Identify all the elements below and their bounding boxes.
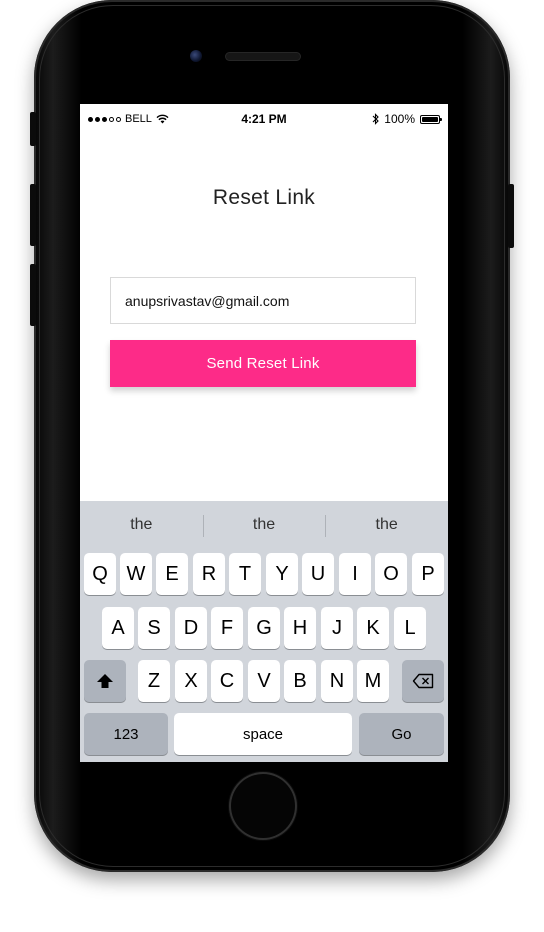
volume-down-button — [30, 264, 36, 326]
email-field[interactable] — [110, 277, 416, 324]
suggestion-item[interactable]: the — [325, 501, 448, 549]
suggestion-item[interactable]: the — [202, 501, 326, 549]
key-p[interactable]: P — [412, 553, 444, 595]
numbers-key[interactable]: 123 — [84, 713, 168, 755]
key-h[interactable]: H — [284, 607, 316, 649]
mute-switch — [30, 112, 36, 146]
status-bar: BELL 4:21 PM 100% — [80, 104, 448, 136]
status-right: 100% — [372, 112, 442, 126]
key-n[interactable]: N — [321, 660, 353, 702]
shift-key[interactable] — [84, 660, 126, 702]
key-m[interactable]: M — [357, 660, 389, 702]
key-x[interactable]: X — [175, 660, 207, 702]
battery-icon — [420, 114, 442, 124]
keyboard-suggestions: the the the — [80, 501, 448, 549]
shift-arrow-icon — [97, 674, 113, 688]
key-b[interactable]: B — [284, 660, 316, 702]
keyboard-row-3: Z X C V B N M — [80, 660, 448, 702]
key-t[interactable]: T — [229, 553, 261, 595]
page-title: Reset Link — [212, 186, 316, 209]
stage: BELL 4:21 PM 100% Reset Link anupsrivast… — [0, 0, 544, 932]
key-w[interactable]: W — [120, 553, 152, 595]
battery-percent: 100% — [384, 112, 415, 126]
earpiece-speaker — [226, 53, 300, 60]
key-g[interactable]: G — [248, 607, 280, 649]
key-d[interactable]: D — [175, 607, 207, 649]
key-i[interactable]: I — [339, 553, 371, 595]
key-s[interactable]: S — [138, 607, 170, 649]
key-a[interactable]: A — [102, 607, 134, 649]
key-v[interactable]: V — [248, 660, 280, 702]
key-l[interactable]: L — [394, 607, 426, 649]
bluetooth-icon — [372, 113, 380, 125]
key-u[interactable]: U — [302, 553, 334, 595]
send-reset-link-button[interactable]: Send Reset Link — [110, 340, 416, 387]
key-f[interactable]: F — [211, 607, 243, 649]
volume-up-button — [30, 184, 36, 246]
power-button — [508, 184, 514, 248]
key-k[interactable]: K — [357, 607, 389, 649]
suggestion-item[interactable]: the — [80, 501, 203, 549]
key-q[interactable]: Q — [84, 553, 116, 595]
space-key[interactable]: space — [174, 713, 352, 755]
key-e[interactable]: E — [156, 553, 188, 595]
key-z[interactable]: Z — [138, 660, 170, 702]
key-r[interactable]: R — [193, 553, 225, 595]
keyboard-row-4: 123 space Go — [80, 713, 448, 755]
go-key[interactable]: Go — [359, 713, 444, 755]
key-o[interactable]: O — [375, 553, 407, 595]
keyboard-row-2: A S D F G H J K L — [80, 607, 448, 649]
key-y[interactable]: Y — [266, 553, 298, 595]
keyboard: the the the Q W E R T Y U I O P A S D F — [80, 501, 448, 762]
keyboard-row-1: Q W E R T Y U I O P — [80, 553, 448, 595]
delete-key[interactable] — [402, 660, 444, 702]
key-j[interactable]: J — [321, 607, 353, 649]
key-c[interactable]: C — [211, 660, 243, 702]
front-camera — [190, 50, 202, 62]
screen: BELL 4:21 PM 100% Reset Link anupsrivast… — [80, 104, 448, 762]
home-button[interactable] — [231, 774, 295, 838]
backspace-icon — [412, 673, 434, 689]
